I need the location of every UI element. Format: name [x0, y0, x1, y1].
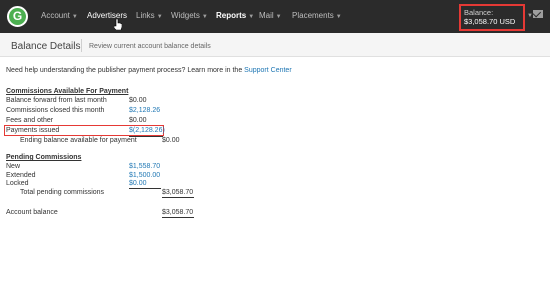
row-label-ending-balance: Ending balance available for payment [20, 137, 137, 144]
nav-account-label: Account [41, 11, 70, 20]
row-value-payments-issued[interactable]: $(2,128.26) [129, 127, 165, 134]
row-label-account-balance: Account balance [6, 209, 58, 216]
nav-reports[interactable]: Reports ▼ [216, 11, 254, 20]
header-divider [81, 39, 82, 52]
row-value-locked[interactable]: $0.00 [129, 180, 147, 187]
nav-placements[interactable]: Placements ▼ [292, 11, 342, 20]
row-value-new[interactable]: $1,558.70 [129, 163, 160, 170]
balance-summary[interactable]: Balance: $3,058.70 USD [459, 4, 525, 31]
row-label-payments-issued: Payments issued [6, 127, 60, 134]
help-text: Need help understanding the publisher pa… [6, 67, 292, 74]
account-balance-underline [162, 217, 194, 218]
chevron-down-icon: ▼ [71, 14, 78, 20]
row-value-ending-balance: $0.00 [162, 137, 180, 144]
row-label-commissions-closed: Commissions closed this month [6, 107, 105, 114]
section-title-commissions-available: Commissions Available For Payment [6, 88, 129, 95]
row-value-extended[interactable]: $1,500.00 [129, 172, 160, 179]
nav-mail[interactable]: Mail ▼ [259, 11, 282, 20]
row-label-total-pending: Total pending commissions [20, 189, 105, 196]
page-title: Balance Details [11, 41, 81, 52]
row-label-fees-other: Fees and other [6, 117, 54, 124]
nav-widgets-label: Widgets [171, 11, 200, 20]
page-header: Balance Details Review current account b… [0, 33, 550, 57]
chevron-down-icon: ▼ [156, 14, 163, 20]
nav-links[interactable]: Links ▼ [136, 11, 163, 20]
total-pending-underline [162, 197, 194, 198]
row-label-extended: Extended [6, 172, 36, 179]
help-text-body: Need help understanding the publisher pa… [6, 67, 243, 74]
logo-icon[interactable]: G [7, 6, 28, 27]
nav-mail-label: Mail [259, 11, 274, 20]
chevron-down-icon: ▼ [275, 14, 282, 20]
chevron-down-icon: ▼ [335, 14, 342, 20]
balance-label: Balance: [464, 8, 494, 17]
nav-links-label: Links [136, 11, 155, 20]
row-value-account-balance: $3,058.70 [162, 209, 194, 216]
section-title-pending-commissions: Pending Commissions [6, 154, 82, 161]
row-label-balance-forward: Balance forward from last month [6, 97, 107, 104]
mail-icon[interactable] [533, 10, 543, 18]
nav-account[interactable]: Account ▼ [41, 11, 78, 20]
nav-reports-label: Reports [216, 11, 247, 20]
row-value-total-pending: $3,058.70 [162, 189, 194, 196]
balance-value: $3,058.70 USD [464, 17, 516, 26]
row-label-new: New [6, 163, 21, 170]
row-label-locked: Locked [6, 180, 29, 187]
mouse-pointer-icon [114, 19, 122, 30]
page-subtitle: Review current account balance details [89, 43, 211, 50]
nav-placements-label: Placements [292, 11, 334, 20]
row-value-fees-other: $0.00 [129, 117, 147, 124]
chevron-down-icon: ▼ [248, 14, 255, 20]
pending-underline [129, 188, 161, 189]
support-center-link[interactable]: Support Center [244, 67, 291, 74]
chevron-down-icon: ▼ [201, 14, 208, 20]
row-value-commissions-closed[interactable]: $2,128.26 [129, 107, 160, 114]
nav-widgets[interactable]: Widgets ▼ [171, 11, 208, 20]
row-value-balance-forward: $0.00 [129, 97, 147, 104]
top-navigation-bar: G Account ▼ Advertisers Links ▼ Widgets ▼ R… [0, 0, 550, 33]
logo-letter: G [12, 9, 23, 23]
